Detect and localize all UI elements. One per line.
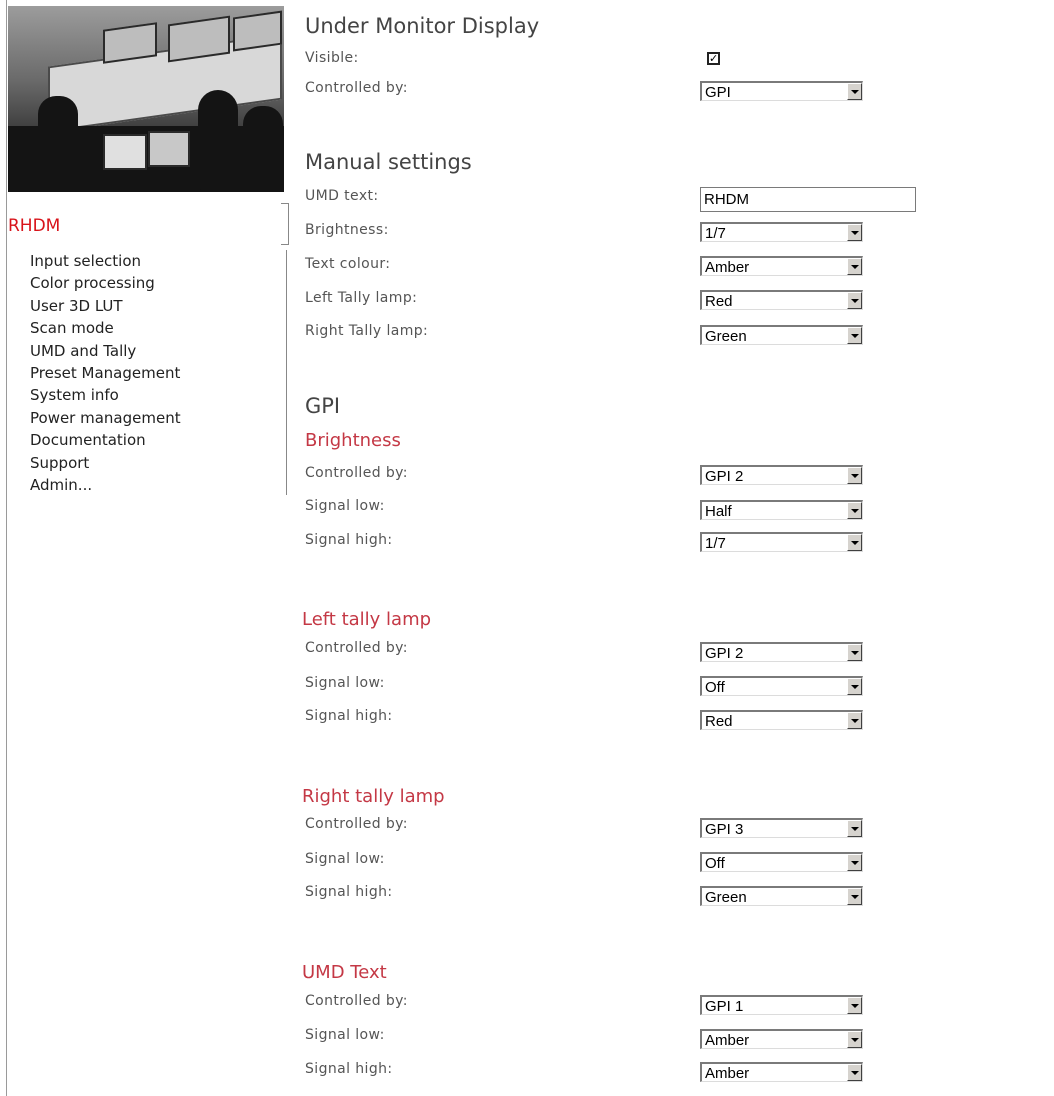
gpi-left-tally-high-select[interactable]: Red <box>700 710 863 730</box>
gpi-brightness-low-select[interactable]: Half <box>700 500 863 520</box>
sidebar-item-color-processing[interactable]: Color processing <box>30 272 181 294</box>
brightness-select[interactable]: 1/7 <box>700 222 863 242</box>
umd-controlled-by-select[interactable]: GPI <box>700 81 863 101</box>
text-colour-label: Text colour: <box>305 256 391 272</box>
gpi-left-tally-controlled-label: Controlled by: <box>305 640 408 656</box>
brand-title[interactable]: RHDM <box>8 216 60 236</box>
gpi-brightness-high-label: Signal high: <box>305 532 393 548</box>
control-room-photo <box>8 6 284 192</box>
sidebar-item-scan-mode[interactable]: Scan mode <box>30 317 181 339</box>
gpi-brightness-low-value: Half <box>705 503 732 520</box>
gpi-right-tally-low-label: Signal low: <box>305 851 385 867</box>
text-colour-select[interactable]: Amber <box>700 256 863 276</box>
gpi-right-tally-low-select[interactable]: Off <box>700 852 863 872</box>
gpi-left-tally-low-label: Signal low: <box>305 675 385 691</box>
chevron-down-icon[interactable] <box>847 997 862 1014</box>
gpi-right-tally-controlled-label: Controlled by: <box>305 816 408 832</box>
umd-controlled-by-value: GPI <box>705 84 731 101</box>
gpi-umd-text-controlled-value: GPI 1 <box>705 998 744 1015</box>
sidebar-bracket-divider <box>281 203 289 245</box>
visible-label: Visible: <box>305 50 359 66</box>
chevron-down-icon[interactable] <box>847 502 862 519</box>
gpi-left-tally-low-select[interactable]: Off <box>700 676 863 696</box>
chevron-down-icon[interactable] <box>847 258 862 275</box>
gpi-umd-text-title: UMD Text <box>302 962 387 983</box>
umd-text-field[interactable] <box>700 187 916 212</box>
left-tally-lamp-value: Red <box>705 293 733 310</box>
chevron-down-icon[interactable] <box>847 224 862 241</box>
gpi-brightness-controlled-value: GPI 2 <box>705 468 744 485</box>
gpi-left-tally-controlled-value: GPI 2 <box>705 645 744 662</box>
gpi-brightness-controlled-label: Controlled by: <box>305 465 408 481</box>
gpi-umd-text-high-value: Amber <box>705 1065 750 1082</box>
chevron-down-icon[interactable] <box>847 854 862 871</box>
visible-checkbox[interactable]: ✓ <box>707 52 720 65</box>
gpi-umd-text-low-value: Amber <box>705 1032 750 1049</box>
text-colour-value: Amber <box>705 259 750 276</box>
gpi-right-tally-high-value: Green <box>705 889 747 906</box>
chevron-down-icon[interactable] <box>847 820 862 837</box>
right-tally-lamp-value: Green <box>705 328 747 345</box>
sidebar-item-umd-and-tally[interactable]: UMD and Tally <box>30 340 181 362</box>
umd-section-title: Under Monitor Display <box>305 14 540 38</box>
gpi-brightness-low-label: Signal low: <box>305 498 385 514</box>
gpi-brightness-high-value: 1/7 <box>705 535 726 552</box>
gpi-left-tally-low-value: Off <box>705 679 725 696</box>
chevron-down-icon[interactable] <box>847 534 862 551</box>
gpi-right-tally-controlled-value: GPI 3 <box>705 821 744 838</box>
brightness-label: Brightness: <box>305 222 389 238</box>
left-tally-lamp-label: Left Tally lamp: <box>305 290 418 306</box>
chevron-down-icon[interactable] <box>847 712 862 729</box>
sidebar-item-input-selection[interactable]: Input selection <box>30 250 181 272</box>
gpi-right-tally-title: Right tally lamp <box>302 786 445 807</box>
manual-section-title: Manual settings <box>305 150 472 174</box>
chevron-down-icon[interactable] <box>847 292 862 309</box>
right-tally-lamp-select[interactable]: Green <box>700 325 863 345</box>
chevron-down-icon[interactable] <box>847 644 862 661</box>
gpi-right-tally-high-label: Signal high: <box>305 884 393 900</box>
sidebar-nav: Input selection Color processing User 3D… <box>30 250 181 496</box>
gpi-right-tally-high-select[interactable]: Green <box>700 886 863 906</box>
sidebar-item-preset-management[interactable]: Preset Management <box>30 362 181 384</box>
chevron-down-icon[interactable] <box>847 888 862 905</box>
brightness-value: 1/7 <box>705 225 726 242</box>
gpi-umd-text-low-select[interactable]: Amber <box>700 1029 863 1049</box>
right-tally-lamp-label: Right Tally lamp: <box>305 323 429 339</box>
sidebar-item-system-info[interactable]: System info <box>30 384 181 406</box>
chevron-down-icon[interactable] <box>847 678 862 695</box>
left-tally-lamp-select[interactable]: Red <box>700 290 863 310</box>
sidebar-item-power-management[interactable]: Power management <box>30 407 181 429</box>
gpi-left-tally-title: Left tally lamp <box>302 609 432 630</box>
umd-text-input[interactable] <box>704 189 909 210</box>
gpi-right-tally-low-value: Off <box>705 855 725 872</box>
gpi-left-tally-high-value: Red <box>705 713 733 730</box>
chevron-down-icon[interactable] <box>847 1064 862 1081</box>
umd-controlled-by-label: Controlled by: <box>305 80 408 96</box>
sidebar-item-support[interactable]: Support <box>30 452 181 474</box>
gpi-umd-text-high-label: Signal high: <box>305 1061 393 1077</box>
gpi-brightness-high-select[interactable]: 1/7 <box>700 532 863 552</box>
sidebar-divider <box>286 250 287 495</box>
gpi-brightness-controlled-select[interactable]: GPI 2 <box>700 465 863 485</box>
page-border <box>6 0 7 1096</box>
gpi-umd-text-controlled-label: Controlled by: <box>305 993 408 1009</box>
gpi-umd-text-high-select[interactable]: Amber <box>700 1062 863 1082</box>
sidebar-item-admin[interactable]: Admin... <box>30 474 181 496</box>
chevron-down-icon[interactable] <box>847 327 862 344</box>
umd-text-label: UMD text: <box>305 188 379 204</box>
gpi-section-title: GPI <box>305 394 341 418</box>
chevron-down-icon[interactable] <box>847 1031 862 1048</box>
gpi-brightness-title: Brightness <box>305 430 401 451</box>
gpi-left-tally-controlled-select[interactable]: GPI 2 <box>700 642 863 662</box>
gpi-left-tally-high-label: Signal high: <box>305 708 393 724</box>
gpi-umd-text-controlled-select[interactable]: GPI 1 <box>700 995 863 1015</box>
chevron-down-icon[interactable] <box>847 467 862 484</box>
gpi-umd-text-low-label: Signal low: <box>305 1027 385 1043</box>
chevron-down-icon[interactable] <box>847 83 862 100</box>
sidebar-item-user-3d-lut[interactable]: User 3D LUT <box>30 295 181 317</box>
gpi-right-tally-controlled-select[interactable]: GPI 3 <box>700 818 863 838</box>
sidebar-item-documentation[interactable]: Documentation <box>30 429 181 451</box>
